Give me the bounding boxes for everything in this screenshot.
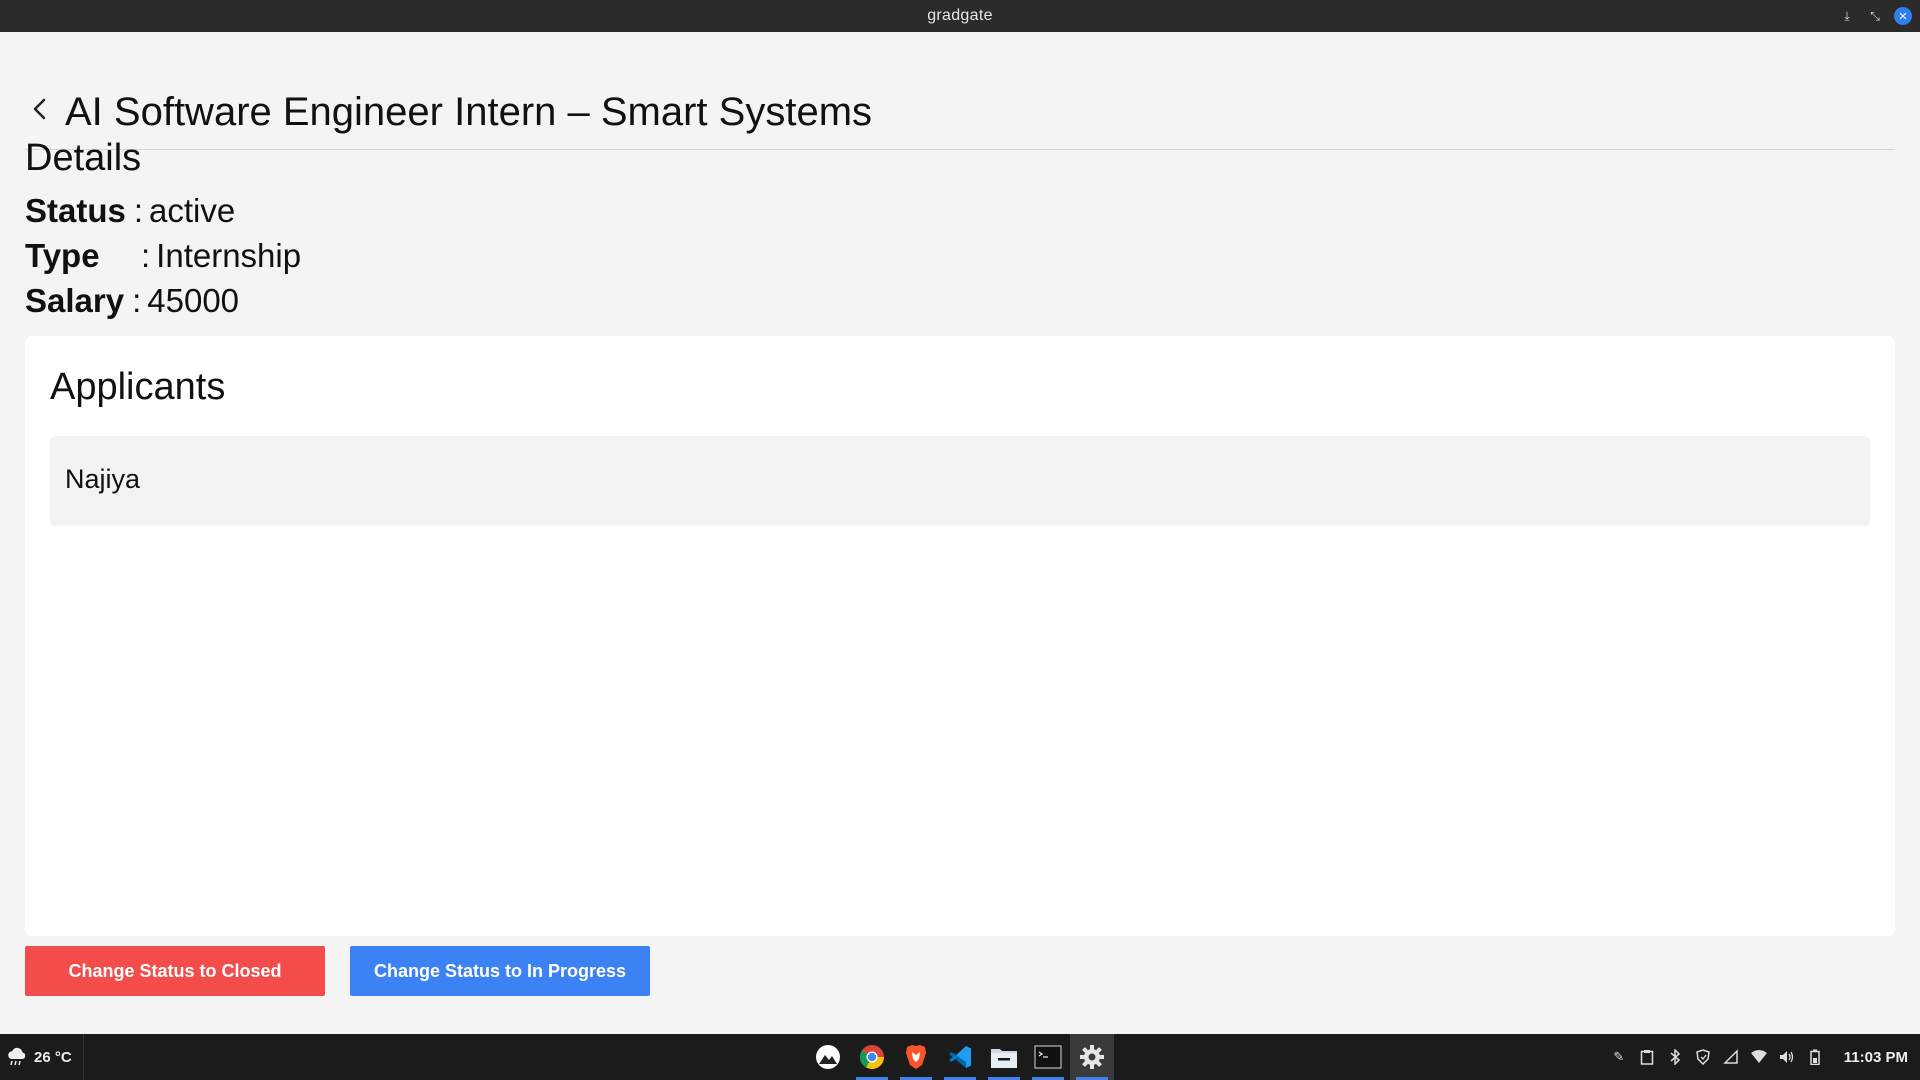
weather-temp: 26 °C — [34, 1048, 72, 1066]
system-tray: ✎ 11:03 PM — [1610, 1034, 1920, 1080]
status-value: active — [149, 192, 236, 229]
type-row: Type: Internship — [25, 237, 301, 275]
status-row: Status: active — [25, 192, 235, 230]
chrome-icon[interactable] — [850, 1034, 894, 1080]
brave-icon[interactable] — [894, 1034, 938, 1080]
taskbar-apps — [806, 1034, 1114, 1080]
page-title: AI Software Engineer Intern – Smart Syst… — [65, 90, 873, 134]
cloud-rain-icon — [8, 1047, 26, 1066]
shield-icon[interactable] — [1694, 1048, 1712, 1066]
window-titlebar: gradgate ⤓ ⤡ ✕ — [0, 0, 1920, 32]
battery-icon[interactable] — [1806, 1048, 1824, 1066]
clock[interactable]: 11:03 PM — [1844, 1049, 1908, 1066]
download-icon[interactable]: ⤓ — [1838, 7, 1856, 25]
mountain-app-icon[interactable] — [806, 1034, 850, 1080]
applicants-card: Applicants Najiya — [25, 336, 1895, 936]
type-label: Type — [25, 237, 100, 274]
applicant-name: Najiya — [65, 464, 141, 494]
restore-icon[interactable]: ⤡ — [1866, 7, 1884, 25]
salary-value: 45000 — [147, 282, 240, 319]
pen-icon[interactable]: ✎ — [1610, 1048, 1628, 1066]
change-status-closed-button[interactable]: Change Status to Closed — [25, 946, 325, 996]
status-label: Status — [25, 192, 126, 229]
settings-gear-icon[interactable] — [1070, 1034, 1114, 1080]
salary-row: Salary:45000 — [25, 282, 239, 320]
terminal-icon[interactable] — [1026, 1034, 1070, 1080]
separator: : — [133, 192, 144, 229]
chevron-left-icon[interactable] — [27, 96, 53, 122]
applicants-heading: Applicants — [50, 366, 226, 408]
salary-label: Salary — [25, 282, 125, 319]
window-controls: ⤓ ⤡ ✕ — [1838, 7, 1912, 25]
details-heading: Details — [25, 137, 142, 179]
bluetooth-icon[interactable] — [1666, 1048, 1684, 1066]
window-title: gradgate — [927, 7, 993, 24]
separator: : — [132, 282, 142, 319]
vscode-icon[interactable] — [938, 1034, 982, 1080]
applicant-list-item[interactable]: Najiya — [50, 436, 1870, 526]
clipboard-icon[interactable] — [1638, 1048, 1656, 1066]
app-content: AI Software Engineer Intern – Smart Syst… — [0, 32, 1920, 1034]
volume-icon[interactable] — [1778, 1048, 1796, 1066]
separator: : — [141, 237, 151, 274]
network-icon[interactable] — [1722, 1048, 1740, 1066]
wifi-icon[interactable] — [1750, 1048, 1768, 1066]
page-header: AI Software Engineer Intern – Smart Syst… — [25, 62, 1895, 150]
change-status-in-progress-button[interactable]: Change Status to In Progress — [350, 946, 650, 996]
weather-widget[interactable]: 26 °C — [0, 1034, 84, 1080]
files-icon[interactable] — [982, 1034, 1026, 1080]
close-icon[interactable]: ✕ — [1894, 7, 1912, 25]
type-value: Internship — [156, 237, 302, 274]
taskbar: 26 °C ✎ 11:03 PM — [0, 1034, 1920, 1080]
